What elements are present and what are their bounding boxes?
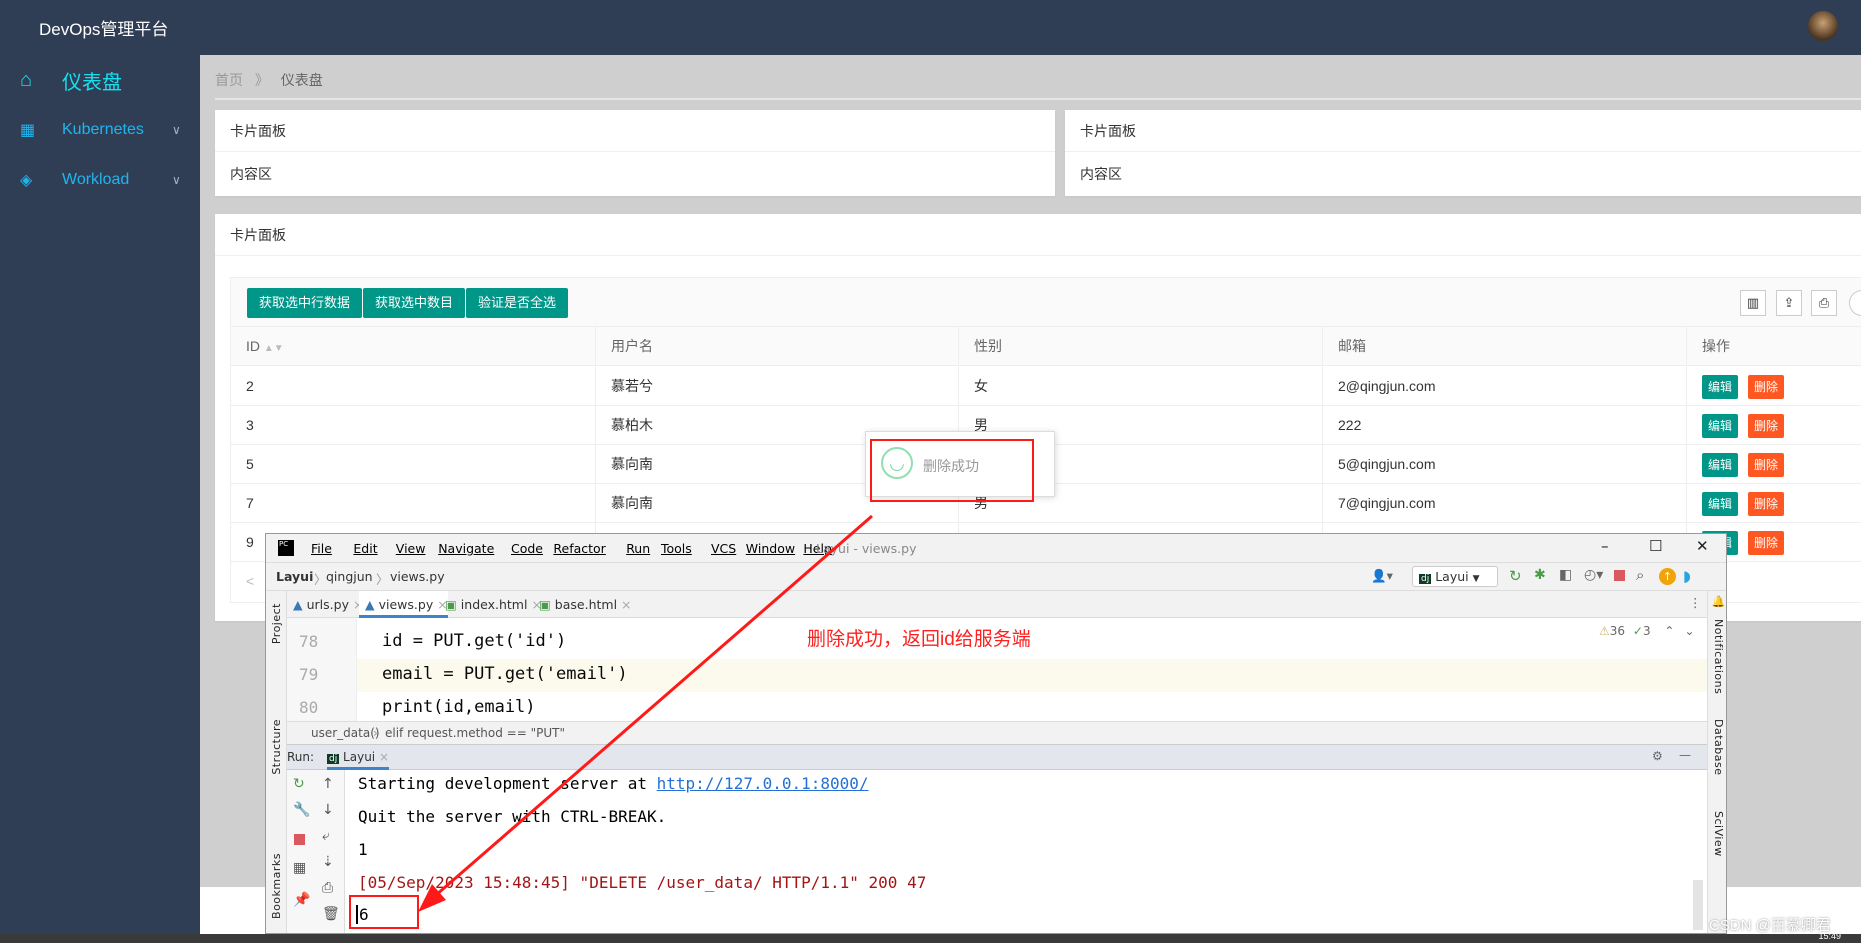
clock: 15:49 bbox=[1818, 931, 1841, 941]
taskbar: 15:49 bbox=[0, 931, 1861, 943]
annotation-arrow bbox=[418, 514, 873, 912]
watermark: CSDN @百慕卿君 bbox=[1709, 917, 1831, 934]
arrow-line bbox=[427, 514, 873, 904]
